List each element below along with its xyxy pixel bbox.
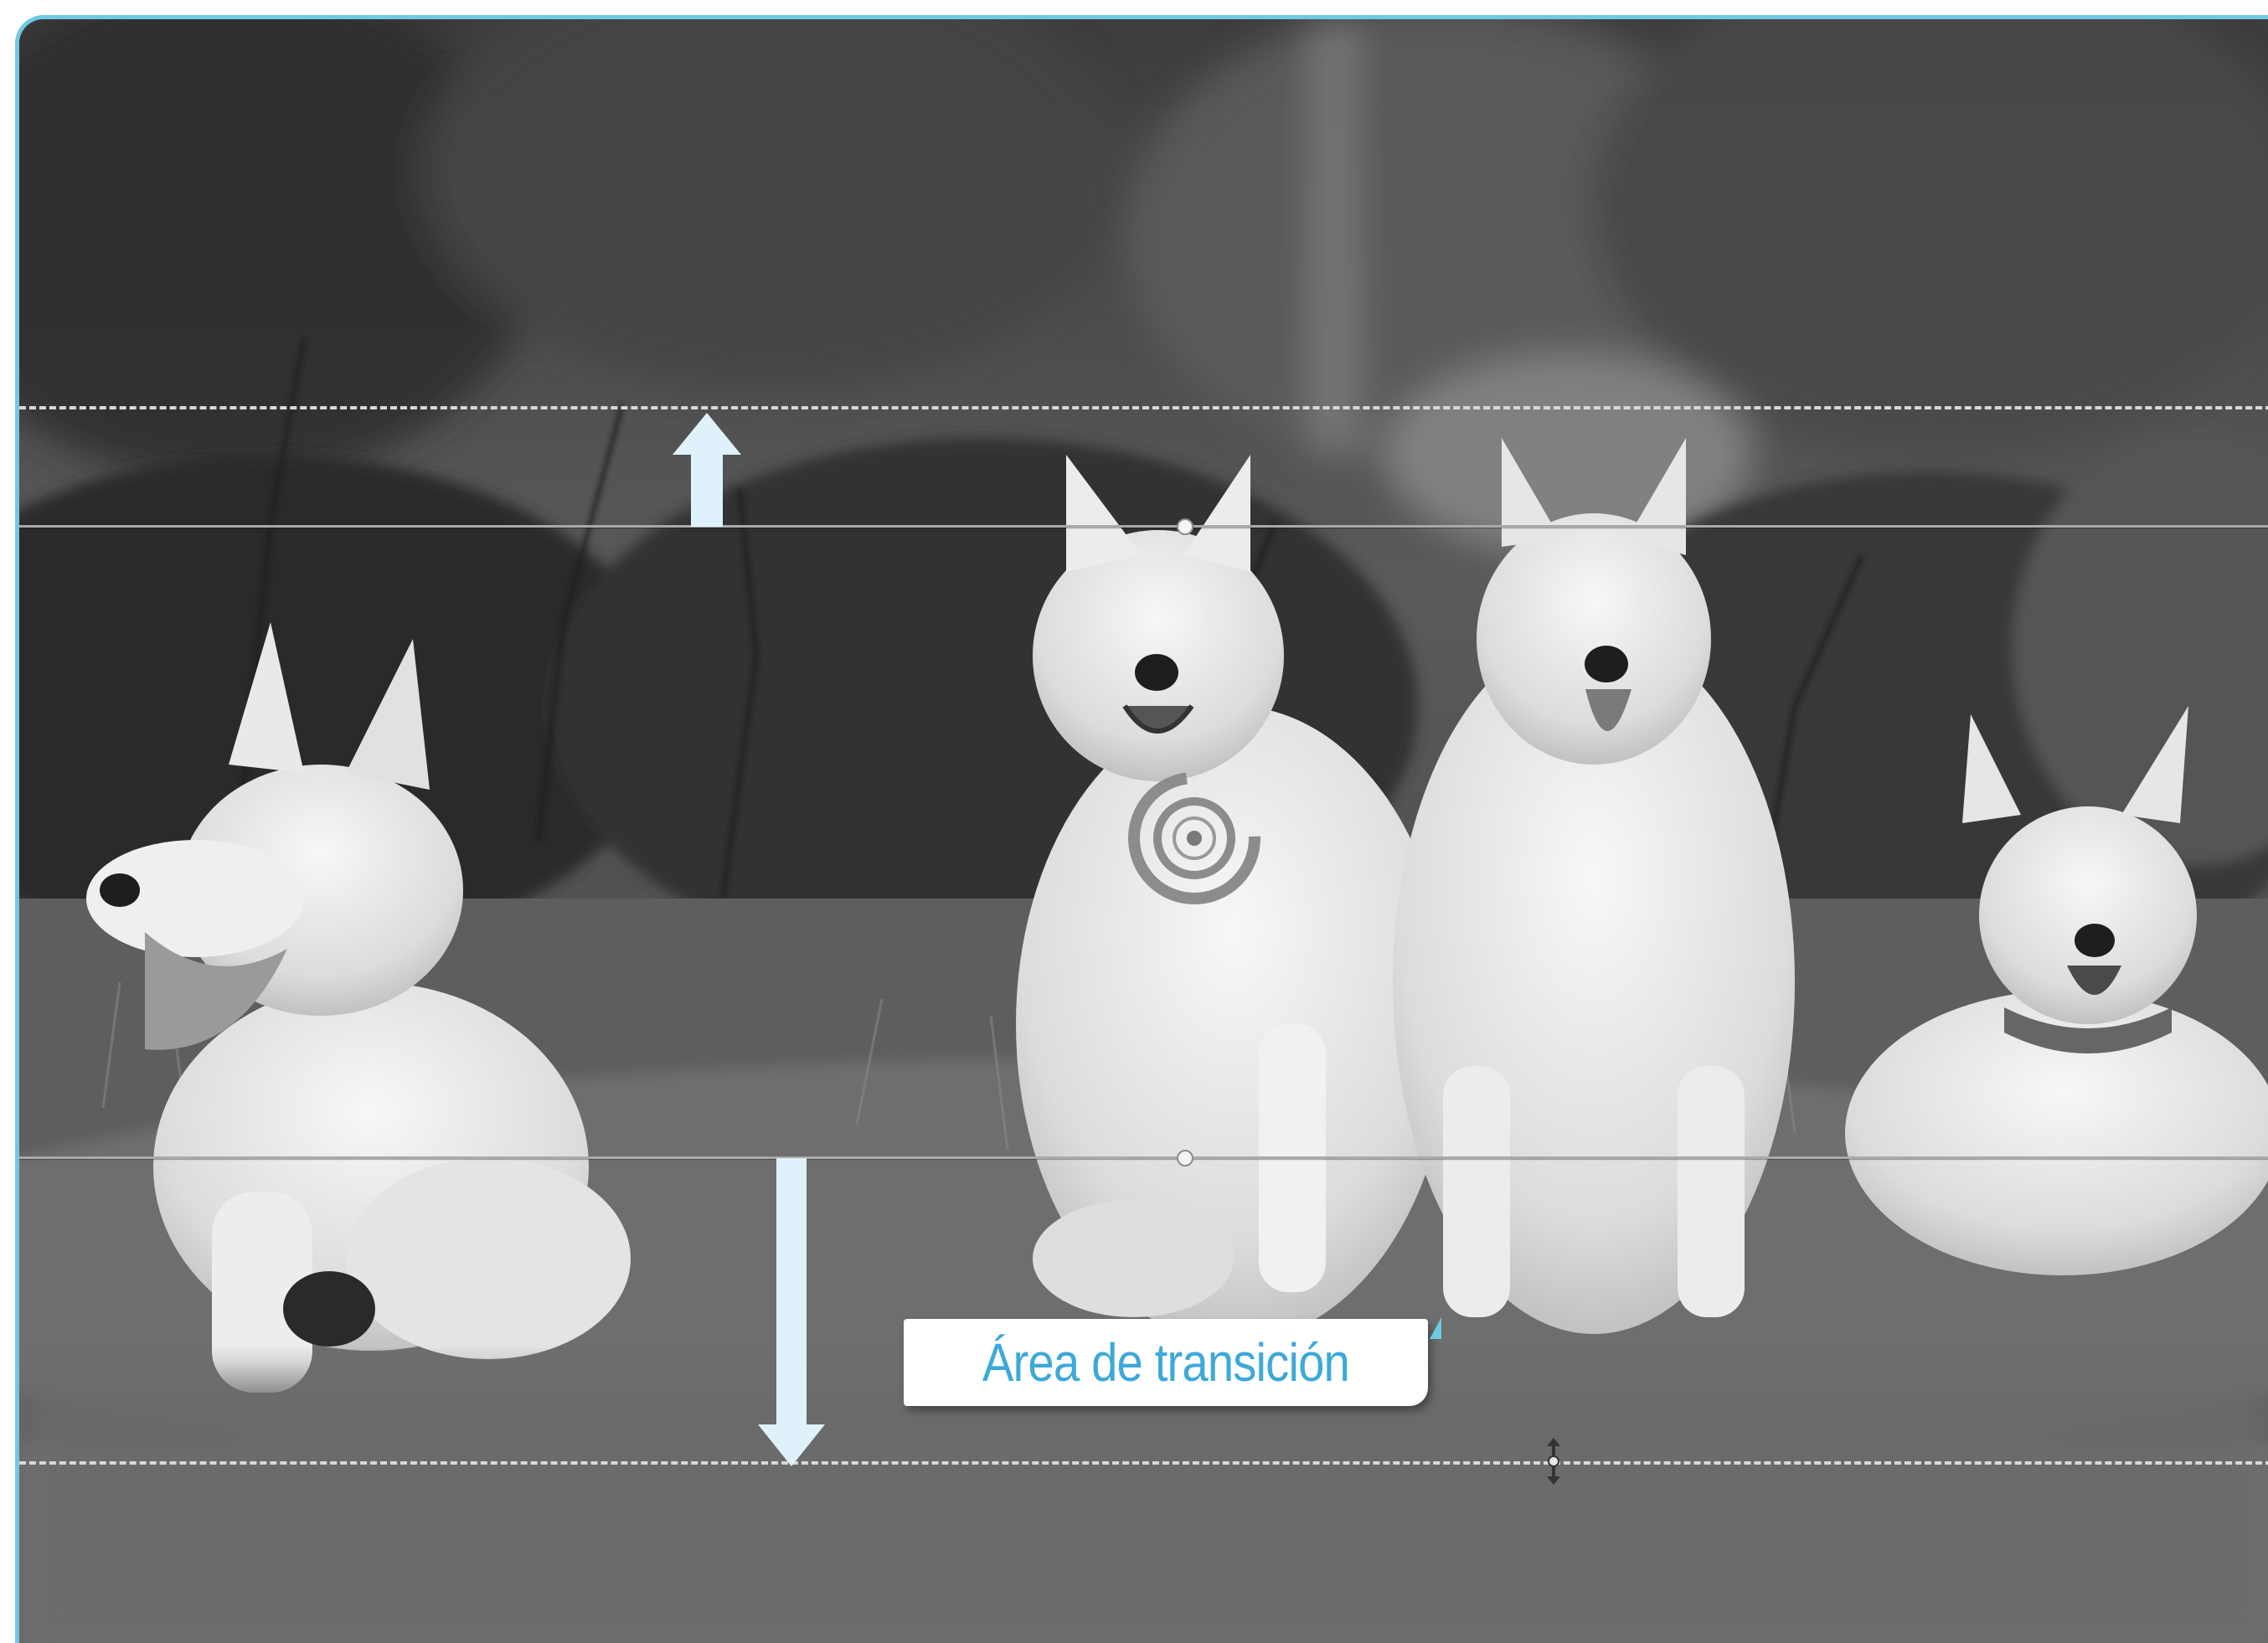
transition-area-callout: Área de transición — [904, 1317, 1441, 1406]
transition-top-dashed-line[interactable] — [19, 406, 2268, 409]
upward-arrow-icon — [673, 413, 741, 527]
resize-handle-icon[interactable] — [1544, 1436, 1564, 1486]
downward-arrow-icon — [758, 1158, 825, 1466]
focus-target-icon[interactable] — [1123, 767, 1265, 909]
focus-bottom-handle[interactable] — [1177, 1150, 1193, 1167]
focus-bottom-line[interactable] — [19, 1156, 2268, 1159]
callout-label: Área de transición — [982, 1332, 1350, 1393]
transition-bottom-dashed-line[interactable] — [19, 1461, 2268, 1465]
photo-canvas: Área de transición — [15, 15, 2268, 1643]
focus-top-handle[interactable] — [1177, 518, 1193, 535]
focus-top-line[interactable] — [19, 525, 2268, 528]
callout-tab-accent — [1430, 1317, 1441, 1339]
